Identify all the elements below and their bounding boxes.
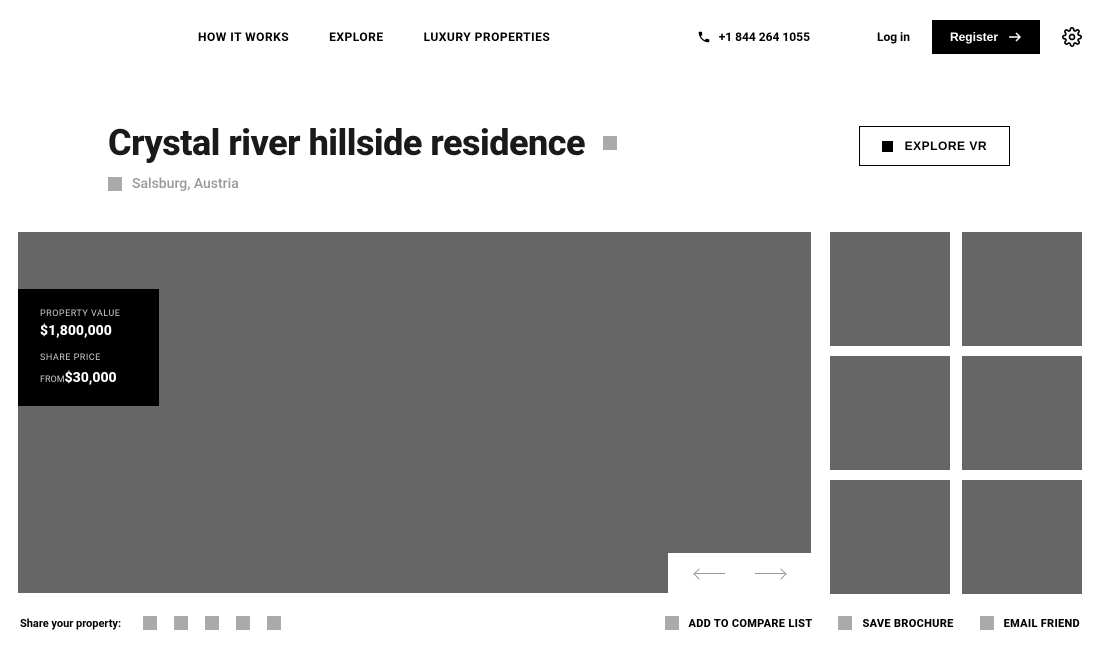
arrow-right-icon (1008, 32, 1022, 42)
from-label: FROM (40, 375, 65, 385)
save-brochure-button[interactable]: SAVE BROCHURE (838, 616, 953, 630)
phone-icon (697, 30, 711, 44)
vr-icon (882, 141, 893, 152)
nav-explore[interactable]: EXPLORE (329, 30, 383, 44)
property-location: Salsburg, Austria (132, 176, 239, 192)
location-pin-icon (108, 177, 122, 191)
brochure-label: SAVE BROCHURE (862, 617, 953, 630)
title-badge-icon (603, 136, 617, 150)
email-icon (980, 616, 994, 630)
email-label: EMAIL FRIEND (1004, 617, 1080, 630)
thumbnail-2[interactable] (962, 232, 1082, 346)
thumbnail-3[interactable] (830, 356, 950, 470)
thumbnail-grid (830, 232, 1082, 594)
add-to-compare-button[interactable]: ADD TO COMPARE LIST (665, 616, 813, 630)
thumbnail-6[interactable] (962, 480, 1082, 594)
social-icon-2[interactable] (174, 616, 188, 630)
thumbnail-4[interactable] (962, 356, 1082, 470)
brochure-icon (838, 616, 852, 630)
property-value-label: PROPERTY VALUE (40, 309, 137, 319)
primary-nav: HOW IT WORKS EXPLORE LUXURY PROPERTIES (198, 30, 550, 44)
thumbnail-1[interactable] (830, 232, 950, 346)
thumbnail-5[interactable] (830, 480, 950, 594)
social-icon-4[interactable] (236, 616, 250, 630)
social-icon-1[interactable] (143, 616, 157, 630)
phone-number: +1 844 264 1055 (719, 30, 810, 44)
property-title: Crystal river hillside residence (108, 122, 585, 164)
compare-label: ADD TO COMPARE LIST (689, 617, 813, 630)
explore-vr-button[interactable]: EXPLORE VR (859, 126, 1010, 166)
phone-contact[interactable]: +1 844 264 1055 (697, 30, 810, 44)
next-arrow-icon[interactable] (755, 573, 785, 574)
share-price-label: SHARE PRICE (40, 353, 137, 363)
compare-icon (665, 616, 679, 630)
social-icons (143, 616, 281, 630)
nav-how-it-works[interactable]: HOW IT WORKS (198, 30, 289, 44)
slider-nav (668, 553, 811, 593)
email-friend-button[interactable]: EMAIL FRIEND (980, 616, 1080, 630)
social-icon-5[interactable] (267, 616, 281, 630)
main-property-image (18, 232, 811, 593)
explore-vr-label: EXPLORE VR (905, 139, 987, 153)
nav-luxury-properties[interactable]: LUXURY PROPERTIES (424, 30, 551, 44)
site-header: HOW IT WORKS EXPLORE LUXURY PROPERTIES +… (0, 0, 1100, 74)
register-label: Register (950, 30, 998, 44)
property-value: $1,800,000 (40, 323, 137, 339)
login-link[interactable]: Log in (877, 30, 910, 44)
price-info-box: PROPERTY VALUE $1,800,000 SHARE PRICE FR… (18, 289, 159, 406)
register-button[interactable]: Register (932, 20, 1040, 54)
prev-arrow-icon[interactable] (695, 573, 725, 574)
share-property-label: Share your property: (20, 617, 121, 630)
share-price-value: $30,000 (65, 370, 117, 386)
gear-icon[interactable] (1062, 27, 1082, 47)
social-icon-3[interactable] (205, 616, 219, 630)
